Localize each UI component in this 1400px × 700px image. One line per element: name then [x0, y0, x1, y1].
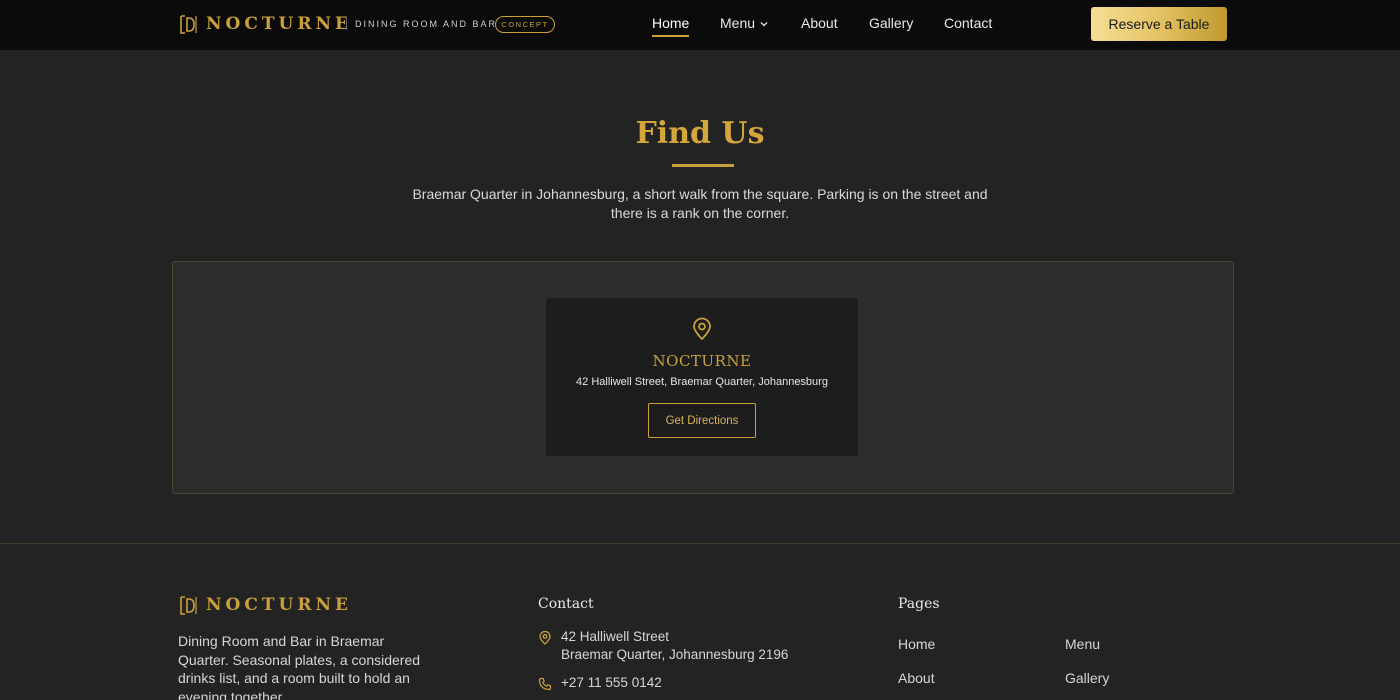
- logo-text: NOCTURNE: [206, 14, 352, 34]
- location-address: 42 Halliwell Street, Braemar Quarter, Jo…: [576, 376, 828, 388]
- footer-link-menu[interactable]: Menu: [1065, 636, 1100, 652]
- phone-icon: [538, 677, 552, 691]
- tagline: DINING ROOM AND BAR: [355, 19, 498, 29]
- footer-link-about[interactable]: About: [898, 670, 935, 686]
- section-title: Find Us: [635, 116, 765, 151]
- title-underline: [672, 164, 734, 167]
- logo-divider: [346, 17, 347, 30]
- concept-badge: CONCEPT: [495, 16, 555, 33]
- reserve-table-button[interactable]: Reserve a Table: [1091, 7, 1227, 41]
- logo-mark-icon: [180, 14, 197, 34]
- map-pin-icon: [693, 317, 711, 340]
- footer-phone[interactable]: +27 11 555 0142: [561, 674, 662, 693]
- logo[interactable]: NOCTURNE: [180, 14, 352, 34]
- footer-contact-heading: Contact: [538, 596, 594, 612]
- chevron-down-icon: [760, 22, 768, 27]
- section-description: Braemar Quarter in Johannesburg, a short…: [412, 186, 988, 221]
- nav-about[interactable]: About: [801, 15, 838, 31]
- nav-contact[interactable]: Contact: [944, 15, 992, 31]
- location-name: NOCTURNE: [652, 352, 752, 370]
- get-directions-button[interactable]: Get Directions: [648, 403, 756, 438]
- nav-active-indicator: [652, 35, 689, 37]
- footer-link-home[interactable]: Home: [898, 636, 935, 652]
- map-pin-icon: [539, 631, 551, 645]
- nav-gallery[interactable]: Gallery: [869, 15, 913, 31]
- footer-divider: [0, 543, 1400, 544]
- nav-home[interactable]: Home: [652, 15, 689, 31]
- footer-pages-heading: Pages: [898, 596, 940, 612]
- footer-logo[interactable]: NOCTURNE: [180, 595, 352, 615]
- nav-menu[interactable]: Menu: [720, 15, 769, 31]
- footer-address-line2: Braemar Quarter, Johannesburg 2196: [561, 647, 789, 662]
- footer-logo-text: NOCTURNE: [206, 595, 352, 615]
- footer-about-text: Dining Room and Bar in Braemar Quarter. …: [178, 633, 421, 700]
- logo-mark-icon: [180, 595, 197, 615]
- footer-address-line1: 42 Halliwell Street: [561, 629, 670, 644]
- nav-menu-label: Menu: [720, 15, 756, 31]
- footer-link-gallery[interactable]: Gallery: [1065, 670, 1109, 686]
- site-header: NOCTURNE DINING ROOM AND BAR CONCEPT Hom…: [0, 0, 1400, 50]
